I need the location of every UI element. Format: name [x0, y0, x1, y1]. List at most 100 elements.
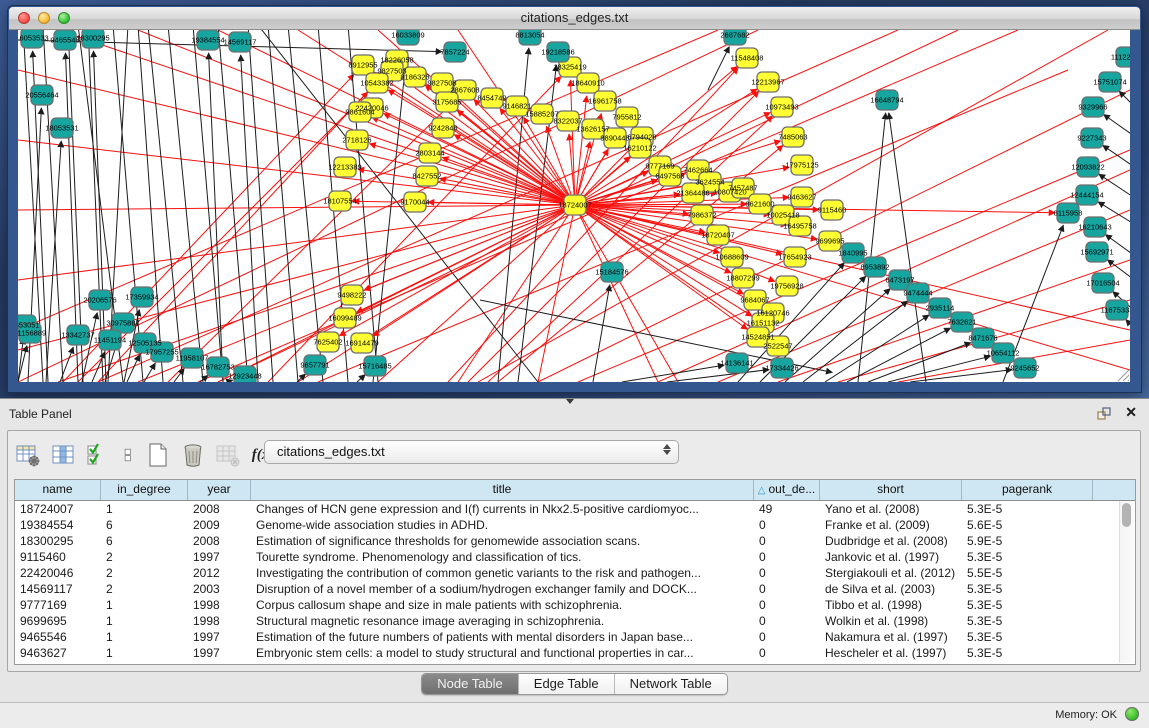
cell-year[interactable]: 1997	[188, 645, 251, 661]
cell-pagerank[interactable]: 5.3E-5	[962, 581, 1093, 597]
table-scrollbar[interactable]	[1119, 501, 1134, 663]
column-header-short[interactable]: short	[820, 480, 962, 500]
cell-in_degree[interactable]: 6	[101, 517, 188, 533]
cell-title[interactable]: Corpus callosum shape and size in male p…	[251, 597, 754, 613]
cell-short[interactable]: Jankovic et al. (1997)	[820, 549, 962, 565]
cell-short[interactable]: de Silva et al. (2003)	[820, 581, 962, 597]
table-row[interactable]: 1872400712008Changes of HCN gene express…	[15, 501, 1135, 517]
table-row[interactable]: 946554611997Estimation of the future num…	[15, 629, 1135, 645]
cell-short[interactable]: Stergiakouli et al. (2012)	[820, 565, 962, 581]
cell-year[interactable]: 1997	[188, 629, 251, 645]
column-header-year[interactable]: year	[188, 480, 251, 500]
cell-out_de[interactable]: 0	[754, 613, 820, 629]
cell-title[interactable]: Changes of HCN gene expression and I(f) …	[251, 501, 754, 517]
cell-year[interactable]: 2008	[188, 533, 251, 549]
network-graph[interactable]: 1872400789129551822605898275038186328982…	[18, 30, 1130, 382]
cell-short[interactable]: Hescheler et al. (1997)	[820, 645, 962, 661]
cell-in_degree[interactable]: 1	[101, 613, 188, 629]
cell-title[interactable]: Structural magnetic resonance image aver…	[251, 613, 754, 629]
cell-in_degree[interactable]: 1	[101, 597, 188, 613]
cell-name[interactable]: 9463627	[15, 645, 101, 661]
cell-name[interactable]: 18300295	[15, 533, 101, 549]
cell-name[interactable]: 19384554	[15, 517, 101, 533]
table-row[interactable]: 946362711997Embryonic stem cells: a mode…	[15, 645, 1135, 661]
resize-grip-icon[interactable]	[1114, 366, 1130, 382]
close-panel-icon[interactable]: ✕	[1125, 404, 1137, 421]
rows-icon[interactable]	[121, 443, 135, 467]
cell-year[interactable]: 2012	[188, 565, 251, 581]
delete-trash-icon[interactable]	[181, 443, 205, 467]
cell-year[interactable]: 1998	[188, 613, 251, 629]
cell-name[interactable]: 9115460	[15, 549, 101, 565]
cell-out_de[interactable]: 0	[754, 549, 820, 565]
table-select-dropdown[interactable]: citations_edges.txt	[264, 440, 679, 464]
table-row[interactable]: 969969511998Structural magnetic resonanc…	[15, 613, 1135, 629]
cell-name[interactable]: 9777169	[15, 597, 101, 613]
cell-short[interactable]: Yano et al. (2008)	[820, 501, 962, 517]
cell-in_degree[interactable]: 2	[101, 565, 188, 581]
tab-node-table[interactable]: Node Table	[422, 674, 519, 694]
cell-year[interactable]: 2009	[188, 517, 251, 533]
cell-out_de[interactable]: 0	[754, 533, 820, 549]
cell-short[interactable]: Wolkin et al. (1998)	[820, 613, 962, 629]
cell-short[interactable]: Franke et al. (2009)	[820, 517, 962, 533]
cell-title[interactable]: Tourette syndrome. Phenomenology and cla…	[251, 549, 754, 565]
row-checklist-icon[interactable]	[86, 443, 110, 467]
table-scrollbar-thumb[interactable]	[1122, 503, 1131, 527]
cell-short[interactable]: Nakamura et al. (1997)	[820, 629, 962, 645]
cell-out_de[interactable]: 49	[754, 501, 820, 517]
cell-pagerank[interactable]: 5.6E-5	[962, 517, 1093, 533]
table-row[interactable]: 1938455462009Genome-wide association stu…	[15, 517, 1135, 533]
cell-year[interactable]: 2008	[188, 501, 251, 517]
cell-in_degree[interactable]: 2	[101, 581, 188, 597]
cell-name[interactable]: 22420046	[15, 565, 101, 581]
memory-indicator-icon[interactable]	[1125, 707, 1139, 721]
cell-pagerank[interactable]: 5.3E-5	[962, 501, 1093, 517]
cell-year[interactable]: 1997	[188, 549, 251, 565]
tab-edge-table[interactable]: Edge Table	[519, 674, 615, 694]
network-canvas[interactable]: 1872400789129551822605898275038186328982…	[18, 30, 1130, 382]
column-header-name[interactable]: name	[15, 480, 101, 500]
cell-year[interactable]: 1998	[188, 597, 251, 613]
cell-short[interactable]: Dudbridge et al. (2008)	[820, 533, 962, 549]
tab-network-table[interactable]: Network Table	[615, 674, 727, 694]
cell-title[interactable]: Embryonic stem cells: a model to study s…	[251, 645, 754, 661]
cell-name[interactable]: 9699695	[15, 613, 101, 629]
new-document-icon[interactable]	[146, 443, 170, 467]
cell-out_de[interactable]: 0	[754, 517, 820, 533]
cell-out_de[interactable]: 0	[754, 645, 820, 661]
cell-pagerank[interactable]: 5.5E-5	[962, 565, 1093, 581]
cell-pagerank[interactable]: 5.3E-5	[962, 597, 1093, 613]
cell-out_de[interactable]: 0	[754, 629, 820, 645]
cell-title[interactable]: Estimation of significance thresholds fo…	[251, 533, 754, 549]
select-columns-icon[interactable]	[51, 443, 75, 467]
cell-title[interactable]: Estimation of the future numbers of pati…	[251, 629, 754, 645]
cell-pagerank[interactable]: 5.3E-5	[962, 549, 1093, 565]
cell-in_degree[interactable]: 2	[101, 549, 188, 565]
cell-title[interactable]: Genome-wide association studies in ADHD.	[251, 517, 754, 533]
table-row[interactable]: 911546021997Tourette syndrome. Phenomeno…	[15, 549, 1135, 565]
table-row[interactable]: 2242004622012Investigating the contribut…	[15, 565, 1135, 581]
window-titlebar[interactable]: citations_edges.txt	[9, 7, 1140, 30]
cell-in_degree[interactable]: 1	[101, 629, 188, 645]
float-panel-icon[interactable]	[1097, 407, 1111, 420]
column-header-in_degree[interactable]: in_degree	[101, 480, 188, 500]
column-header-title[interactable]: title	[251, 480, 754, 500]
cell-pagerank[interactable]: 5.3E-5	[962, 645, 1093, 661]
cell-year[interactable]: 2003	[188, 581, 251, 597]
column-header-out_de[interactable]: △out_de...	[754, 480, 820, 500]
cell-in_degree[interactable]: 1	[101, 645, 188, 661]
cell-name[interactable]: 14569117	[15, 581, 101, 597]
cell-out_de[interactable]: 0	[754, 597, 820, 613]
network-view-window[interactable]: citations_edges.txt 18724007891295518226…	[8, 6, 1141, 392]
table-row[interactable]: 1830029562008Estimation of significance …	[15, 533, 1135, 549]
cell-short[interactable]: Tibbo et al. (1998)	[820, 597, 962, 613]
cell-pagerank[interactable]: 5.3E-5	[962, 613, 1093, 629]
cell-name[interactable]: 9465546	[15, 629, 101, 645]
cell-in_degree[interactable]: 6	[101, 533, 188, 549]
column-header-pagerank[interactable]: pagerank	[962, 480, 1093, 500]
table-row[interactable]: 1456911722003Disruption of a novel membe…	[15, 581, 1135, 597]
cell-pagerank[interactable]: 5.3E-5	[962, 629, 1093, 645]
cell-out_de[interactable]: 0	[754, 581, 820, 597]
cell-title[interactable]: Investigating the contribution of common…	[251, 565, 754, 581]
